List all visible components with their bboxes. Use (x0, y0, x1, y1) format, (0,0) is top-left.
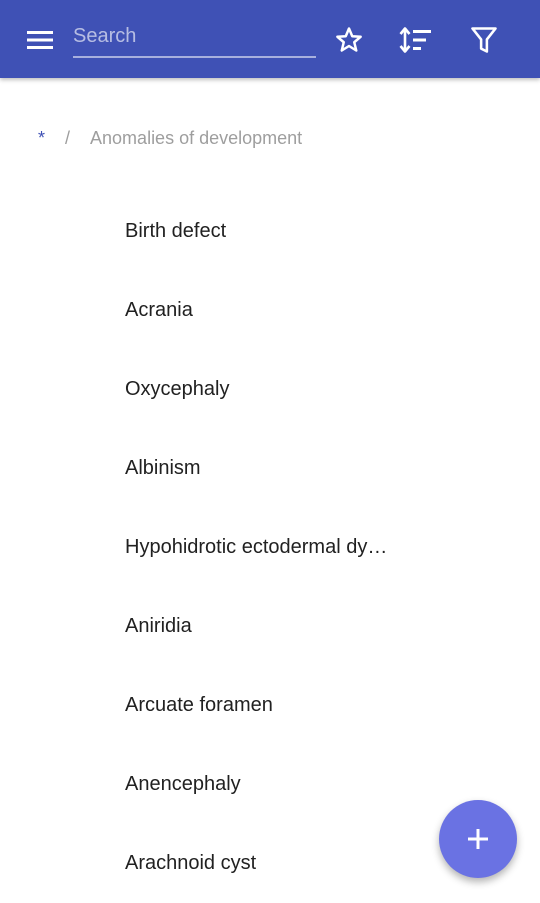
breadcrumb: * / Anomalies of development (38, 128, 302, 149)
star-outline-icon (336, 27, 362, 52)
breadcrumb-root[interactable]: * (38, 128, 45, 149)
plus-icon (468, 829, 488, 849)
list-item[interactable]: Acrania (0, 271, 540, 350)
add-button[interactable] (439, 800, 517, 878)
list-item-label: Oxycephaly (125, 378, 230, 400)
list-item[interactable]: Hypohidrotic ectodermal dy… (0, 508, 540, 587)
list-item-label: Aniridia (125, 615, 192, 637)
sort-icon (399, 27, 431, 53)
app-bar (0, 0, 540, 78)
list-item-label: Anencephaly (125, 773, 241, 795)
search-input[interactable] (73, 18, 316, 54)
menu-button[interactable] (24, 26, 56, 54)
list-item-label: Arcuate foramen (125, 694, 273, 716)
list-item-label: Albinism (125, 457, 201, 479)
search-field (73, 18, 316, 58)
list-item-label: Acrania (125, 299, 193, 321)
list-item-label: Hypohidrotic ectodermal dy… (125, 536, 388, 558)
list-item[interactable]: Birth defect (0, 192, 540, 271)
list-item[interactable]: Aniridia (0, 587, 540, 666)
list-item[interactable]: Albinism (0, 429, 540, 508)
sort-button[interactable] (398, 22, 434, 58)
menu-icon (27, 31, 53, 49)
list-item-label: Arachnoid cyst (125, 852, 257, 874)
breadcrumb-separator: / (65, 128, 71, 148)
filter-icon (471, 27, 497, 53)
favorites-button[interactable] (331, 22, 367, 58)
list-item[interactable]: Oxycephaly (0, 350, 540, 429)
list-item-label: Birth defect (125, 220, 227, 242)
breadcrumb-current: Anomalies of development (90, 128, 303, 148)
filter-button[interactable] (466, 22, 502, 58)
list-item[interactable]: Arcuate foramen (0, 666, 540, 745)
category-list: Birth defect Acrania Oxycephaly Albinism… (0, 192, 540, 903)
